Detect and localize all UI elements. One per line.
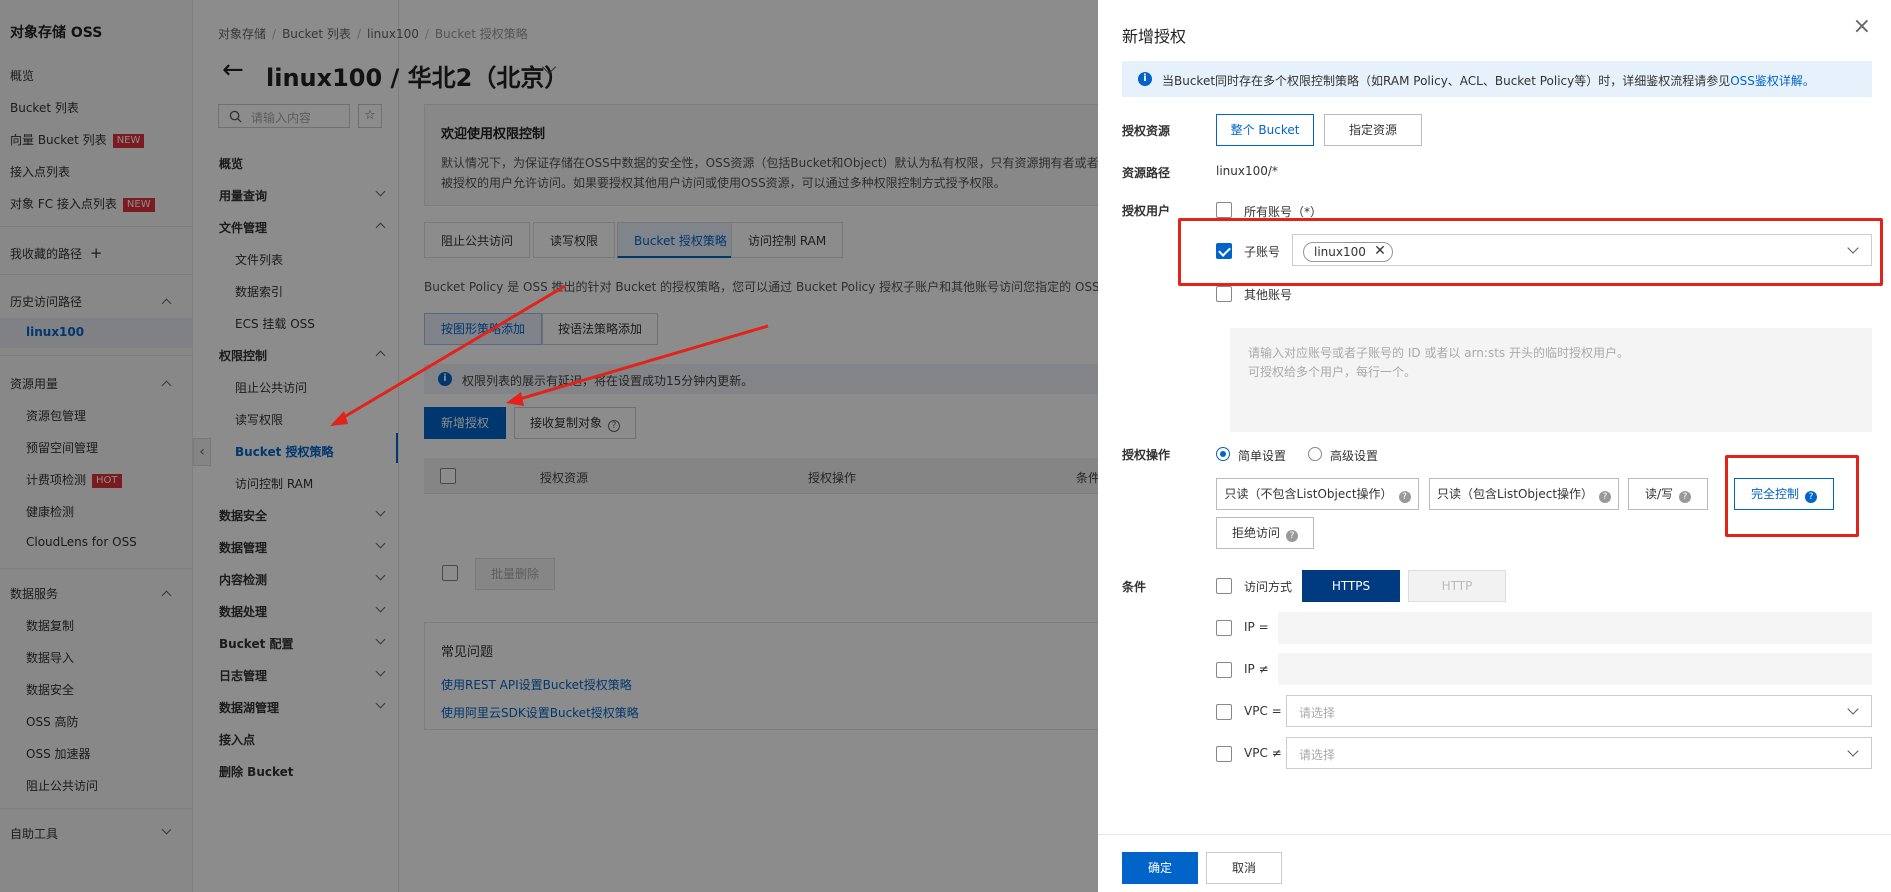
confirm-button[interactable]: 确定 <box>1122 852 1198 884</box>
help-icon: ? <box>1599 491 1612 503</box>
vpc-eq-checkbox[interactable] <box>1216 704 1232 720</box>
resource-whole-bucket-button[interactable]: 整个 Bucket <box>1216 114 1314 146</box>
condition-label: 条件 <box>1122 580 1147 594</box>
resource-label: 授权资源 <box>1122 124 1171 138</box>
protocol-http-button[interactable]: HTTP <box>1408 570 1506 602</box>
op-readonly-list-button[interactable]: 只读（包含ListObject操作）? <box>1429 478 1619 510</box>
other-accounts-textarea[interactable]: 请输入对应账号或者子账号的 ID 或者以 arn:sts 开头的临时授权用户。 … <box>1230 328 1872 432</box>
path-value: linux100/* <box>1216 164 1278 178</box>
ip-eq-label: IP = <box>1244 620 1269 634</box>
chevron-down-icon <box>1847 703 1859 715</box>
drawer-title: 新增授权 <box>1122 27 1187 46</box>
vpc-ne-select[interactable]: 请选择 <box>1286 737 1872 769</box>
vpc-ne-label: VPC ≠ <box>1244 746 1282 760</box>
annotation-arrows <box>330 284 769 426</box>
help-icon: ? <box>1398 491 1411 503</box>
op-readonly-list-label: 只读（包含ListObject操作） <box>1436 487 1594 501</box>
chevron-down-icon <box>1847 745 1859 757</box>
cancel-button[interactable]: 取消 <box>1206 852 1282 884</box>
ip-eq-input[interactable] <box>1278 612 1872 644</box>
vpc-ne-checkbox[interactable] <box>1216 746 1232 762</box>
op-deny-button[interactable]: 拒绝访问? <box>1216 517 1314 549</box>
vpc-eq-placeholder: 请选择 <box>1299 706 1336 720</box>
annotation-highlight-full-control <box>1725 455 1859 537</box>
access-method-label: 访问方式 <box>1244 580 1293 594</box>
other-accounts-label: 其他账号 <box>1244 288 1293 302</box>
vpc-eq-label: VPC = <box>1244 704 1282 718</box>
add-authorization-drawer: 新增授权 × i 当Bucket同时存在多个权限控制策略（如RAM Policy… <box>1098 0 1891 892</box>
vpc-eq-select[interactable]: 请选择 <box>1286 695 1872 727</box>
all-accounts-checkbox[interactable] <box>1216 202 1232 218</box>
access-method-checkbox[interactable] <box>1216 578 1232 594</box>
drawer-info-text: 当Bucket同时存在多个权限控制策略（如RAM Policy、ACL、Buck… <box>1162 72 1815 89</box>
op-readwrite-button[interactable]: 读/写? <box>1628 478 1708 510</box>
vpc-ne-placeholder: 请选择 <box>1299 748 1336 762</box>
annotation-highlight-sub-account <box>1178 218 1883 286</box>
path-label: 资源路径 <box>1122 166 1171 180</box>
op-deny-label: 拒绝访问 <box>1231 526 1280 540</box>
info-icon: i <box>1138 72 1152 86</box>
drawer-info-body: 当Bucket同时存在多个权限控制策略（如RAM Policy、ACL、Buck… <box>1162 74 1731 88</box>
other-accounts-placeholder: 请输入对应账号或者子账号的 ID 或者以 arn:sts 开头的临时授权用户。 … <box>1248 346 1629 379</box>
ip-eq-checkbox[interactable] <box>1216 620 1232 636</box>
user-label: 授权用户 <box>1122 204 1171 218</box>
other-accounts-checkbox[interactable] <box>1216 286 1232 302</box>
protocol-https-button[interactable]: HTTPS <box>1302 570 1400 602</box>
ip-ne-input[interactable] <box>1278 653 1872 685</box>
close-icon[interactable]: × <box>1853 14 1871 39</box>
ip-ne-label: IP ≠ <box>1244 662 1269 676</box>
operation-label: 授权操作 <box>1122 448 1171 462</box>
help-icon: ? <box>1286 530 1298 542</box>
drawer-footer-divider <box>1098 834 1891 835</box>
op-readonly-nolist-label: 只读（不包含ListObject操作） <box>1224 487 1393 501</box>
simple-mode-radio[interactable] <box>1216 447 1230 461</box>
resource-specific-button[interactable]: 指定资源 <box>1324 114 1422 146</box>
help-icon: ? <box>1679 491 1692 503</box>
op-readonly-nolist-button[interactable]: 只读（不包含ListObject操作）? <box>1216 478 1419 510</box>
drawer-info-banner: i 当Bucket同时存在多个权限控制策略（如RAM Policy、ACL、Bu… <box>1122 61 1872 97</box>
op-readwrite-label: 读/写 <box>1644 487 1674 501</box>
ip-ne-checkbox[interactable] <box>1216 662 1232 678</box>
oss-auth-link[interactable]: OSS鉴权详解。 <box>1730 74 1815 88</box>
simple-mode-label: 简单设置 <box>1238 449 1287 463</box>
advanced-mode-label: 高级设置 <box>1330 449 1379 463</box>
advanced-mode-radio[interactable] <box>1308 447 1322 461</box>
